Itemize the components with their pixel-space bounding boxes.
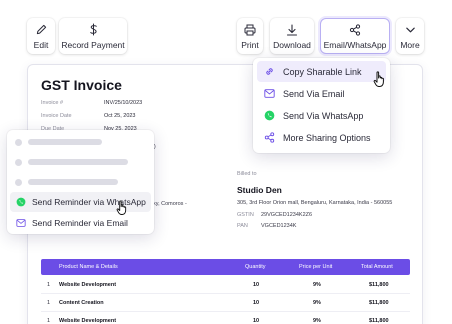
invoice-title: GST Invoice (41, 77, 122, 93)
gstin-label: GSTIN (237, 212, 254, 218)
send-email-label: Send Via Email (283, 88, 345, 99)
reminder-email-label: Send Reminder via Email (32, 218, 128, 228)
table-row: 1 Website Development 10 9% $11,800 (41, 276, 410, 294)
pan-label: PAN (237, 223, 248, 229)
row-quantity: 10 (253, 300, 260, 306)
share-dropdown: Copy Sharable Link Send Via Email Send V… (253, 58, 390, 153)
row-product: Website Development (59, 318, 117, 324)
row-total: $11,800 (369, 282, 389, 288)
email-whatsapp-label: Email/WhatsApp (323, 39, 387, 50)
skeleton-item (15, 156, 128, 168)
email-whatsapp-button[interactable]: Email/WhatsApp (320, 18, 390, 54)
download-label: Download (273, 39, 311, 50)
header-quantity: Quantity (245, 264, 266, 270)
row-number: 1 (47, 282, 51, 288)
header-product: Product Name & Details (59, 264, 118, 270)
hand-cursor-icon (116, 200, 127, 215)
dollar-icon (88, 23, 99, 37)
reminder-email-item[interactable]: Send Reminder via Email (10, 213, 151, 233)
send-whatsapp-label: Send Via WhatsApp (283, 110, 364, 121)
table-row: 1 Website Development 10 9% $11,800 (41, 312, 410, 324)
billed-to-address: 305, 3rd Floor Orion mall, Bengaluru, Ka… (237, 200, 393, 206)
chevron-down-icon (405, 23, 416, 37)
send-whatsapp-item[interactable]: Send Via WhatsApp (257, 105, 386, 126)
send-email-item[interactable]: Send Via Email (257, 83, 386, 104)
pencil-icon (36, 23, 47, 37)
more-button[interactable]: More (396, 18, 424, 54)
header-price: Price per Unit (299, 264, 333, 270)
invoice-number-value: INV/25/10/2023 (104, 100, 143, 106)
skeleton-item (15, 136, 102, 148)
hand-cursor-icon (373, 71, 384, 87)
row-number: 1 (47, 300, 51, 306)
record-payment-button[interactable]: Record Payment (59, 18, 127, 54)
record-payment-label: Record Payment (61, 39, 125, 50)
gstin-value: 29VGCED1234K2Z6 (261, 212, 313, 218)
row-number: 1 (47, 318, 51, 324)
table-row: 1 Content Creation 10 9% $11,800 (41, 294, 410, 312)
invoice-number-label: Invoice # (41, 100, 64, 106)
mail-icon (16, 218, 26, 228)
billed-to-name: Studio Den (237, 185, 282, 195)
edit-label: Edit (33, 39, 49, 50)
whatsapp-icon (16, 197, 26, 207)
row-product: Content Creation (59, 300, 104, 306)
reminder-whatsapp-item[interactable]: Send Reminder via WhatsApp (10, 192, 151, 212)
mail-icon (263, 88, 275, 100)
row-total: $11,800 (369, 318, 389, 324)
copy-link-item[interactable]: Copy Sharable Link (257, 61, 386, 82)
row-total: $11,800 (369, 300, 389, 306)
header-total: Total Amount (361, 264, 393, 270)
share-icon (263, 132, 275, 144)
billed-to-label: Billed to (237, 171, 257, 177)
copy-link-label: Copy Sharable Link (283, 66, 362, 77)
reminder-dropdown: Send Reminder via WhatsApp Send Reminder… (7, 130, 154, 234)
print-label: Print (241, 39, 259, 50)
skeleton-item (15, 176, 118, 188)
share-icon (349, 23, 361, 37)
invoice-date-value: Oct 25, 2023 (104, 113, 136, 119)
pan-value: VGCED1234K (261, 223, 297, 229)
print-button[interactable]: Print (237, 18, 263, 54)
link-icon (263, 66, 275, 78)
table-header: Product Name & Details Quantity Price pe… (41, 259, 410, 275)
printer-icon (244, 23, 256, 37)
download-icon (286, 23, 298, 37)
whatsapp-icon (263, 110, 275, 122)
edit-button[interactable]: Edit (27, 18, 55, 54)
row-price: 9% (313, 300, 321, 306)
invoice-date-label: Invoice Date (41, 113, 72, 119)
row-quantity: 10 (253, 282, 260, 288)
row-quantity: 10 (253, 318, 260, 324)
download-button[interactable]: Download (270, 18, 314, 54)
partial-address: icky, Comoros - (149, 201, 187, 207)
row-price: 9% (313, 318, 321, 324)
row-product: Website Development (59, 282, 117, 288)
more-sharing-item[interactable]: More Sharing Options (257, 127, 386, 148)
more-label: More (400, 39, 420, 50)
row-price: 9% (313, 282, 321, 288)
more-sharing-label: More Sharing Options (283, 132, 371, 143)
